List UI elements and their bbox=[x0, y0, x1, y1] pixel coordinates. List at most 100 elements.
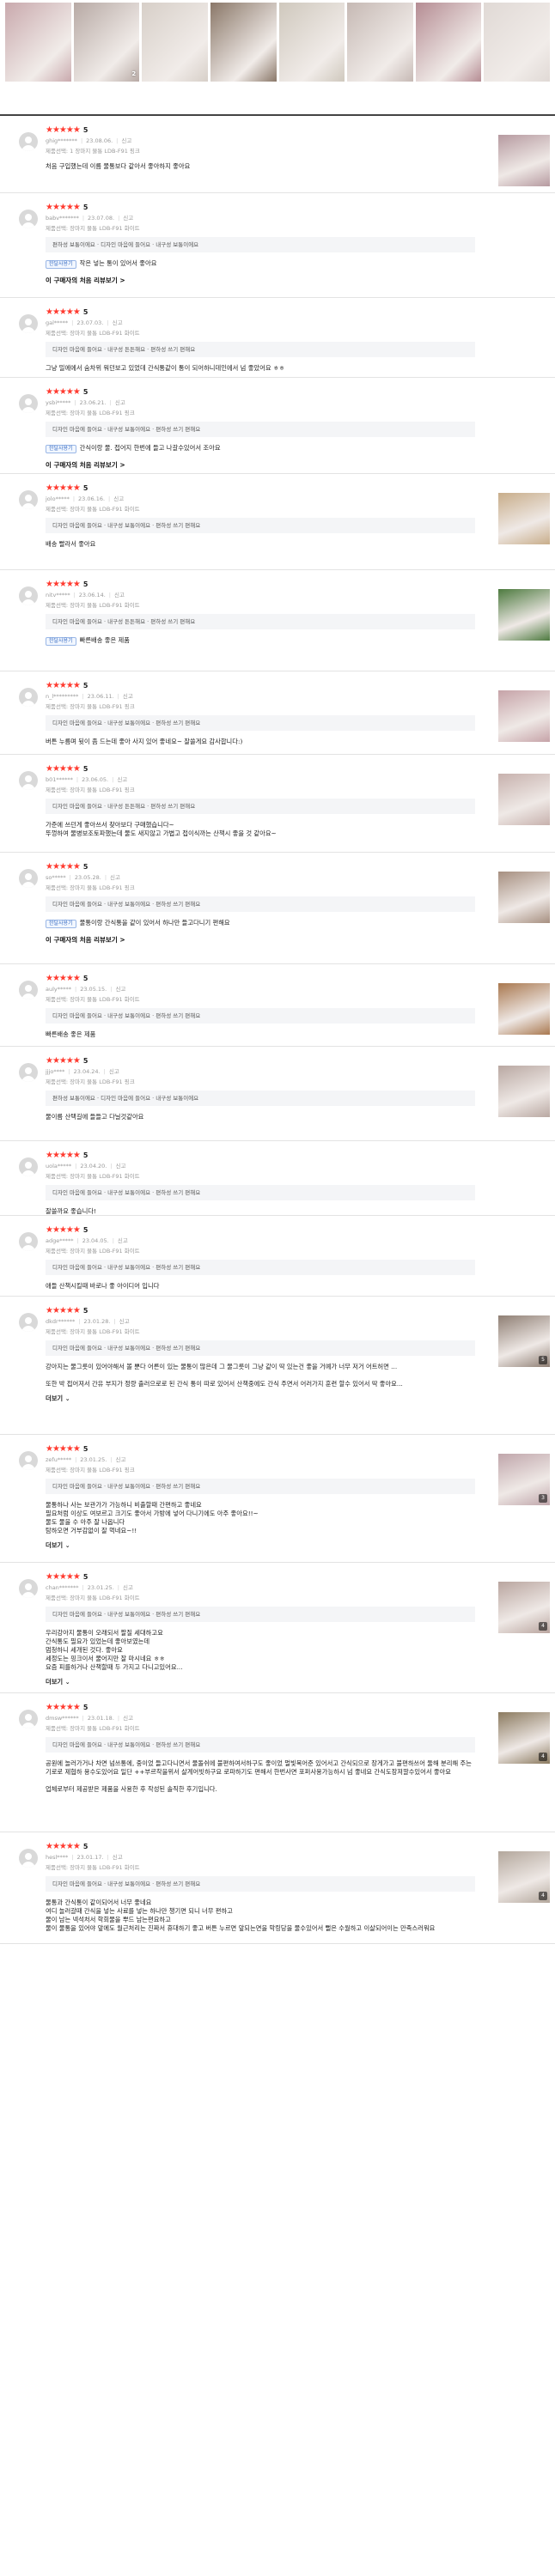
report-link[interactable]: 신고 bbox=[123, 693, 133, 700]
review-photo[interactable] bbox=[498, 690, 550, 742]
review-item: ★★★★★ 5 gal***** | 23.07.03. | 신고 제품선택: 장마지 물통 … bbox=[0, 298, 555, 378]
purchased-option: 제품선택: 장마지 물통 LDB-F91 핑크 bbox=[46, 1466, 135, 1473]
reviewer-name: gal***** bbox=[46, 319, 69, 326]
review-photo[interactable] bbox=[498, 135, 550, 186]
reviewer-name: hesl**** bbox=[46, 1854, 69, 1861]
read-more-link[interactable]: 더보기 ⌄ bbox=[46, 1394, 475, 1403]
report-link[interactable]: 신고 bbox=[116, 1163, 126, 1170]
report-link[interactable]: 신고 bbox=[123, 215, 133, 222]
avatar bbox=[19, 132, 38, 151]
photo-gallery: 2 bbox=[0, 0, 555, 88]
rating-score: 5 bbox=[82, 1306, 88, 1315]
gallery-thumbnail[interactable] bbox=[415, 3, 482, 82]
purchased-option: 제품선택: 장마지 물통 LDB-F91 핑크 bbox=[46, 702, 135, 710]
purchased-option: 제품선택: 장마지 물통 LDB-F91 화이트 bbox=[46, 601, 140, 609]
avatar bbox=[19, 314, 38, 333]
review-date: 23.05.15. bbox=[80, 986, 107, 993]
report-link[interactable]: 신고 bbox=[123, 1584, 133, 1591]
review-survey: 디자인 마음에 들어요 · 내구성 보통이에요 · 편하성 쓰기 편해요 bbox=[46, 714, 475, 732]
reviewer-name: so***** bbox=[46, 874, 66, 881]
review-text: 처음 구입했는데 이름 물통보다 같아서 좋아하지 좋아요 bbox=[46, 161, 191, 170]
purchased-option: 제품선택: 장마지 물통 LDB-F91 핑크 bbox=[46, 409, 135, 416]
review-photo[interactable] bbox=[498, 493, 550, 544]
review-survey: 디자인 마음에 들어요 · 내구성 보통이에요 · 편하성 쓰기 편해요 bbox=[46, 1478, 475, 1495]
review-item: ★★★★★ 5 dkdr****** | 23.01.28. | 신고 제품선택: 장마지 물… bbox=[0, 1297, 555, 1435]
avatar bbox=[19, 1451, 38, 1470]
gallery-thumbnail[interactable] bbox=[484, 3, 550, 82]
gallery-thumbnail[interactable]: 2 bbox=[73, 3, 140, 82]
review-item: ★★★★★ 5 zefu***** | 23.01.25. | 신고 제품선택: 장마지 물통… bbox=[0, 1435, 555, 1563]
rating-score: 5 bbox=[82, 681, 88, 690]
review-item: ★★★★★ 5 adge***** | 23.04.05. | 신고 제품선택: 장마지 물통… bbox=[0, 1216, 555, 1297]
read-more-link[interactable]: 더보기 ⌄ bbox=[46, 1541, 475, 1550]
rating-score: 5 bbox=[82, 1225, 88, 1234]
star-rating-icon: ★★★★★ bbox=[46, 125, 81, 135]
reviewer-name: n_l********* bbox=[46, 693, 79, 700]
review-date: 23.06.11. bbox=[87, 693, 114, 700]
product-photo bbox=[73, 3, 140, 82]
gallery-thumbnail[interactable] bbox=[142, 3, 208, 82]
rating-score: 5 bbox=[82, 1842, 88, 1850]
review-text: 작은 넣는 통이 있어서 좋아요 bbox=[79, 259, 157, 268]
report-link[interactable]: 신고 bbox=[118, 1237, 128, 1244]
report-link[interactable]: 신고 bbox=[113, 1854, 123, 1861]
report-link[interactable]: 신고 bbox=[109, 1068, 119, 1075]
purchased-option: 제품선택: 장마지 물통 LDB-F91 핑크 bbox=[46, 786, 135, 793]
read-more-link[interactable]: 더보기 ⌄ bbox=[46, 1678, 475, 1686]
review-date: 23.01.25. bbox=[87, 1584, 114, 1591]
avatar bbox=[19, 210, 38, 228]
review-survey: 디자인 마음에 들어요 · 내구성 튼튼해요 · 편하성 쓰기 편해요 bbox=[46, 341, 475, 358]
review-photo[interactable]: 4 bbox=[498, 1851, 550, 1903]
star-rating-icon: ★★★★★ bbox=[46, 1056, 81, 1066]
star-rating-icon: ★★★★★ bbox=[46, 1703, 81, 1712]
report-link[interactable]: 신고 bbox=[117, 776, 127, 783]
review-survey: 디자인 마음에 들어요 · 내구성 보통이에요 · 편하성 쓰기 편해요 bbox=[46, 1259, 475, 1276]
review-text: 가준에 쓰던게 좋아쓰서 찾아보다 구매했습니다~ 뚜껑하여 물병보조토파했는데… bbox=[46, 821, 277, 838]
review-date: 23.01.25. bbox=[80, 1456, 107, 1463]
review-survey: 디자인 마음에 들어요 · 내구성 튼튼해요 · 편하성 쓰기 편해요 bbox=[46, 613, 475, 630]
review-photo[interactable]: 4 bbox=[498, 1712, 550, 1764]
usage-badge: 한달사용기 bbox=[46, 445, 76, 454]
review-photo[interactable] bbox=[498, 589, 550, 641]
review-photo[interactable] bbox=[498, 983, 550, 1035]
report-link[interactable]: 신고 bbox=[114, 592, 125, 598]
report-link[interactable]: 신고 bbox=[119, 1318, 130, 1325]
review-photo[interactable] bbox=[498, 872, 550, 923]
report-link[interactable]: 신고 bbox=[115, 399, 125, 406]
buyer-first-review-link[interactable]: 이 구매자의 처음 리뷰보기 > bbox=[46, 276, 475, 285]
review-date: 23.01.17. bbox=[76, 1854, 104, 1861]
gallery-thumbnail[interactable] bbox=[210, 3, 277, 82]
gallery-thumbnail[interactable] bbox=[347, 3, 413, 82]
report-link[interactable]: 신고 bbox=[115, 986, 125, 993]
review-date: 23.04.05. bbox=[82, 1237, 109, 1244]
review-text: 배송 빨라서 좋아요 bbox=[46, 540, 96, 549]
review-photo[interactable] bbox=[498, 1066, 550, 1117]
review-item: ★★★★★ 5 uola***** | 23.04.20. | 신고 제품선택: 장마지 물통… bbox=[0, 1141, 555, 1216]
gallery-thumbnail[interactable] bbox=[5, 3, 71, 82]
review-photo[interactable]: 4 bbox=[498, 1582, 550, 1633]
rating-score: 5 bbox=[82, 1444, 88, 1453]
review-survey: 디자인 마음에 들어요 · 내구성 튼튼해요 · 편하성 쓰기 편해요 bbox=[46, 798, 475, 815]
review-photo[interactable]: 5 bbox=[498, 1315, 550, 1367]
review-text: 공원에 놀러가거나 차면 넘쓰통에, 중이었 들고다니면서 물돌쉬에 불편하여서… bbox=[46, 1759, 472, 1793]
review-date: 23.06.21. bbox=[79, 399, 107, 406]
purchased-option: 제품선택: 장마지 물통 LDB-F91 화이트 bbox=[46, 1594, 140, 1601]
review-date: 23.06.05. bbox=[82, 776, 109, 783]
rating-score: 5 bbox=[82, 580, 88, 588]
review-photo[interactable]: 3 bbox=[498, 1454, 550, 1505]
report-link[interactable]: 신고 bbox=[113, 495, 124, 502]
buyer-first-review-link[interactable]: 이 구매자의 처음 리뷰보기 > bbox=[46, 461, 475, 470]
gallery-thumbnail[interactable] bbox=[278, 3, 345, 82]
report-link[interactable]: 신고 bbox=[113, 319, 123, 326]
report-link[interactable]: 신고 bbox=[116, 1456, 126, 1463]
report-link[interactable]: 신고 bbox=[121, 137, 131, 144]
review-date: 23.01.18. bbox=[87, 1715, 114, 1722]
star-rating-icon: ★★★★★ bbox=[46, 764, 81, 774]
avatar bbox=[19, 1232, 38, 1251]
review-photo[interactable] bbox=[498, 774, 550, 825]
buyer-first-review-link[interactable]: 이 구매자의 처음 리뷰보기 > bbox=[46, 936, 475, 945]
review-item: ★★★★★ 5 ghig******* | 23.08.06. | 신고 제품선택: 1 장마… bbox=[0, 116, 555, 193]
report-link[interactable]: 신고 bbox=[123, 1715, 133, 1722]
star-rating-icon: ★★★★★ bbox=[46, 862, 81, 872]
report-link[interactable]: 신고 bbox=[110, 874, 120, 881]
